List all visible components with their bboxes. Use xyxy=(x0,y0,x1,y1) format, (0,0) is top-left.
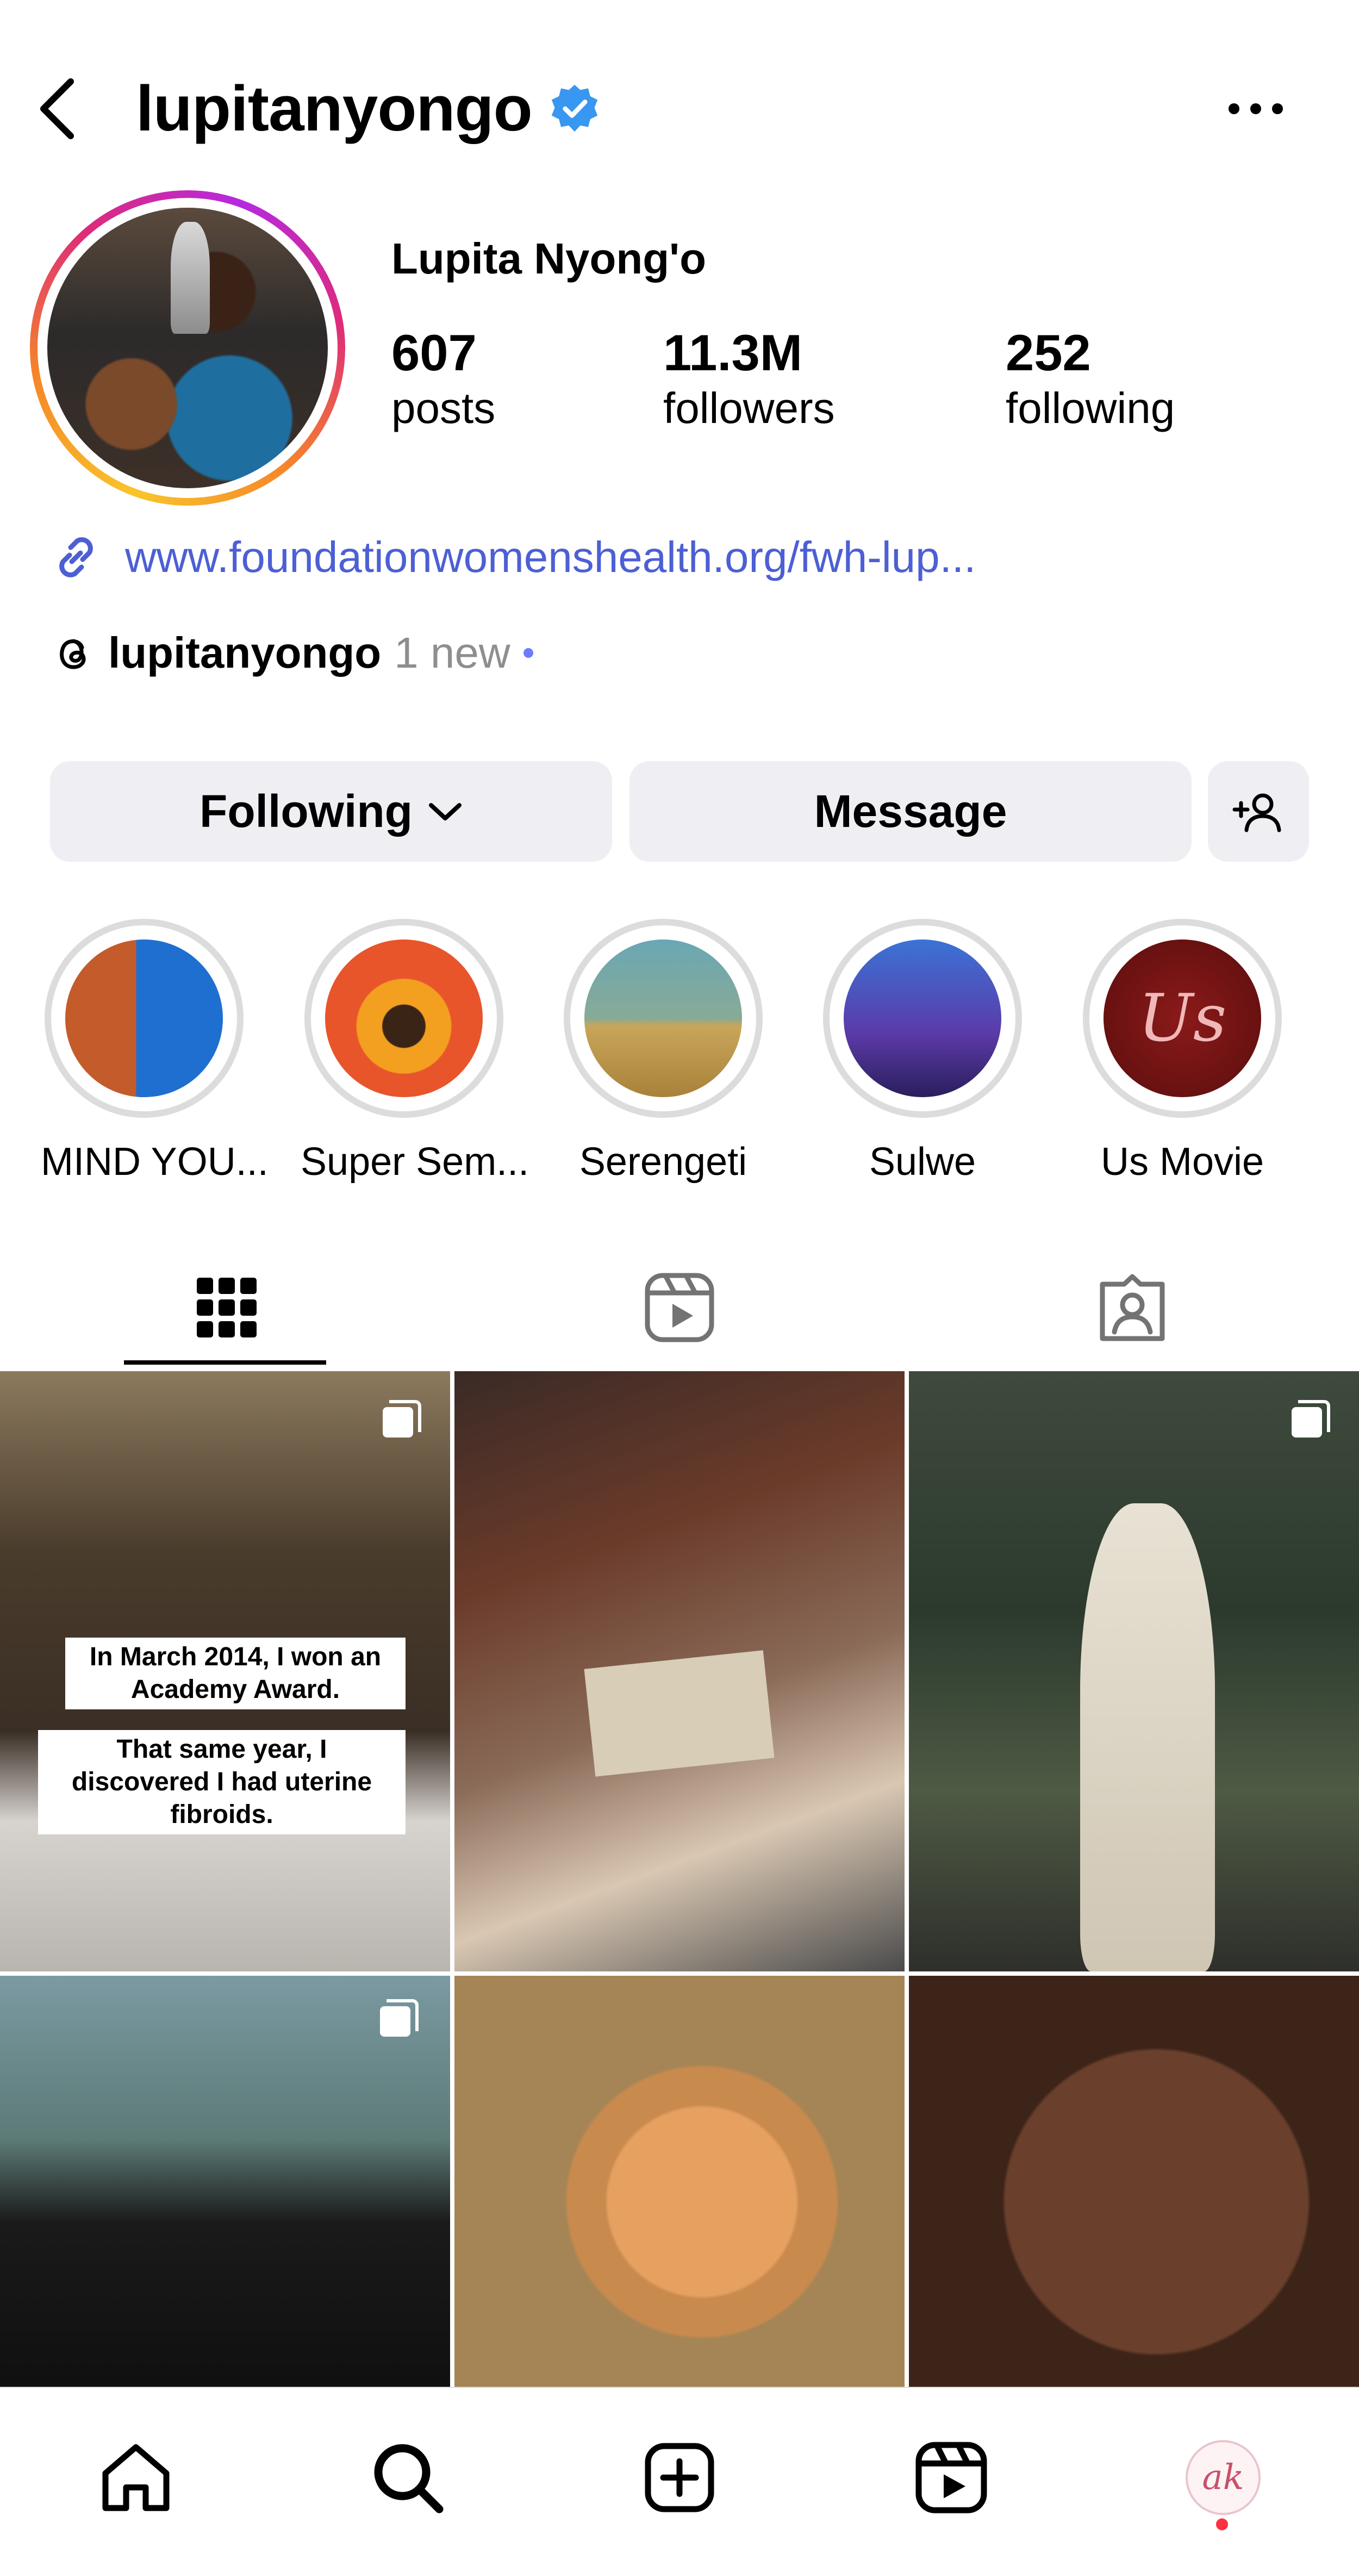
bio-link-text[interactable]: www.foundationwomenshealth.org/fwh-lup..… xyxy=(125,532,976,582)
posts-grid: In March 2014, I won an Academy Award. T… xyxy=(0,1371,1359,2387)
highlight-super-sema[interactable]: Super Sem... xyxy=(301,919,529,1184)
chevron-down-icon xyxy=(428,802,462,820)
following-label[interactable]: following xyxy=(1006,383,1175,433)
posts-count[interactable]: 607 xyxy=(391,323,477,382)
highlight-us-movie[interactable]: Us Us Movie xyxy=(1079,919,1286,1184)
post-caption-line: In March 2014, I won an Academy Award. xyxy=(65,1638,406,1709)
profile-full-name: Lupita Nyong'o xyxy=(391,234,706,283)
highlight-cover xyxy=(65,939,223,1097)
highlight-cover xyxy=(584,939,742,1097)
followers-count[interactable]: 11.3M xyxy=(663,323,802,382)
highlight-cover xyxy=(325,939,483,1097)
home-icon xyxy=(102,2444,170,2511)
profile-avatar-story-ring[interactable] xyxy=(30,190,345,506)
post-caption-line: That same year, I discovered I had uteri… xyxy=(38,1730,406,1834)
post-thumbnail[interactable] xyxy=(454,1976,905,2387)
post-thumbnail[interactable] xyxy=(454,1371,905,1971)
threads-new-dot xyxy=(523,648,533,658)
profile-avatar-initials: ak xyxy=(1202,2457,1244,2498)
highlight-label: Serengeti xyxy=(579,1140,747,1184)
verified-badge-icon xyxy=(551,84,597,132)
highlight-label: Us Movie xyxy=(1100,1140,1264,1184)
threads-icon xyxy=(60,639,86,669)
post-thumbnail[interactable] xyxy=(909,1371,1359,1971)
carousel-icon xyxy=(1292,1400,1330,1438)
post-thumbnail[interactable]: In March 2014, I won an Academy Award. T… xyxy=(0,1371,450,1971)
post-thumbnail[interactable] xyxy=(0,1976,450,2387)
posts-label[interactable]: posts xyxy=(391,383,495,433)
carousel-icon xyxy=(383,1400,421,1438)
highlight-serengeti[interactable]: Serengeti xyxy=(560,919,766,1184)
more-options-button[interactable] xyxy=(1218,82,1294,136)
highlight-label: MIND YOU... xyxy=(41,1140,269,1184)
threads-new-count: 1 new xyxy=(394,629,510,677)
back-button[interactable] xyxy=(33,71,87,147)
following-count[interactable]: 252 xyxy=(1006,323,1091,382)
suggest-accounts-button[interactable] xyxy=(1208,761,1309,862)
photo-detail xyxy=(584,1650,775,1777)
grid-icon xyxy=(196,1278,257,1337)
highlight-cover: Us xyxy=(1104,939,1261,1097)
notification-dot xyxy=(1216,2518,1228,2530)
message-button-label: Message xyxy=(814,786,1007,837)
nav-profile[interactable]: ak xyxy=(1177,2431,1269,2524)
tagged-tab[interactable] xyxy=(906,1245,1358,1370)
threads-badge[interactable]: lupitanyongo 1 new xyxy=(52,628,533,678)
nav-home[interactable] xyxy=(90,2431,182,2524)
add-user-icon xyxy=(1232,793,1281,832)
message-button[interactable]: Message xyxy=(629,761,1192,862)
link-icon xyxy=(59,537,93,577)
carousel-icon xyxy=(380,1999,419,2037)
highlight-label: Sulwe xyxy=(869,1140,976,1184)
nav-reels[interactable] xyxy=(905,2431,998,2524)
bio-link[interactable]: www.foundationwomenshealth.org/fwh-lup..… xyxy=(49,530,976,584)
reels-icon xyxy=(915,2442,987,2513)
posts-grid-tab[interactable] xyxy=(0,1245,453,1370)
following-button-label: Following xyxy=(200,786,413,837)
nav-create[interactable] xyxy=(633,2431,726,2524)
nav-search[interactable] xyxy=(361,2431,454,2524)
followers-label[interactable]: followers xyxy=(663,383,835,433)
more-horizontal-icon xyxy=(1229,103,1283,114)
post-thumbnail[interactable] xyxy=(909,1976,1359,2387)
reels-tab[interactable] xyxy=(453,1245,906,1370)
threads-handle[interactable]: lupitanyongo xyxy=(108,628,381,678)
search-icon xyxy=(374,2444,444,2513)
us-logo-text: Us xyxy=(1138,980,1227,1056)
username-text: lupitanyongo xyxy=(136,73,533,145)
active-tab-indicator xyxy=(124,1360,326,1365)
photo-detail xyxy=(1080,1503,1215,1971)
profile-photo xyxy=(47,208,328,488)
profile-username-title: lupitanyongo xyxy=(136,68,601,150)
bottom-navigation-bar: ak xyxy=(0,2387,1359,2576)
chevron-left-icon xyxy=(40,78,74,139)
highlight-sulwe[interactable]: Sulwe xyxy=(819,919,1026,1184)
highlight-mind-your-own[interactable]: MIND YOU... xyxy=(41,919,269,1184)
following-button[interactable]: Following xyxy=(50,761,612,862)
profile-avatar: ak xyxy=(1186,2440,1261,2515)
create-icon xyxy=(645,2443,714,2512)
reels-icon xyxy=(645,1273,714,1342)
highlight-label: Super Sem... xyxy=(301,1140,529,1184)
highlight-cover xyxy=(844,939,1001,1097)
tagged-person-icon xyxy=(1100,1274,1164,1341)
